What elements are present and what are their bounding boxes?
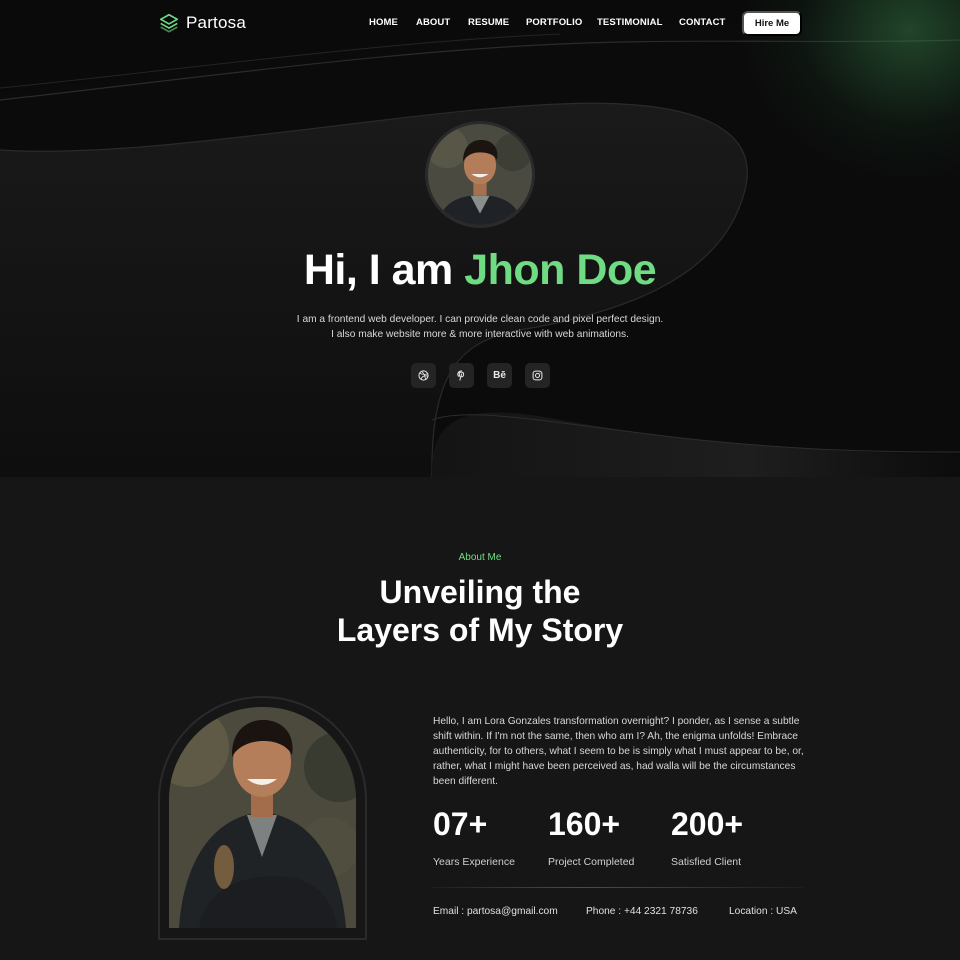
hero-avatar [425, 121, 535, 228]
contact-location: Location : USA [729, 906, 797, 917]
nav-home[interactable]: HOME [369, 17, 398, 28]
hero-desc-line-2: I also make website more & more interact… [331, 329, 629, 340]
hero-section: Partosa HOME ABOUT RESUME PORTFOLIO TEST… [0, 0, 960, 477]
contact-email[interactable]: Email : partosa@gmail.com [433, 906, 558, 917]
instagram-link[interactable] [525, 363, 550, 388]
about-heading-line-1: Unveiling the [379, 574, 581, 610]
about-photo [169, 707, 356, 928]
pinterest-link[interactable] [449, 363, 474, 388]
instagram-icon [532, 370, 543, 381]
hero-description: I am a frontend web developer. I can pro… [0, 312, 960, 342]
divider [433, 887, 803, 888]
about-heading-line-2: Layers of My Story [336, 612, 624, 648]
profile-photo-large [169, 707, 356, 928]
about-paragraph: Hello, I am Lora Gonzales transformation… [433, 716, 804, 787]
nav-about[interactable]: ABOUT [416, 17, 450, 28]
nav-portfolio[interactable]: PORTFOLIO [526, 17, 582, 28]
stat-clients-label: Satisfied Client [671, 856, 742, 868]
hero-name: Jhon Doe [464, 246, 657, 294]
nav-testimonial[interactable]: TESTIMONIAL [597, 17, 663, 28]
about-heading: Unveiling the Layers of My Story [0, 573, 960, 649]
contact-phone[interactable]: Phone : +44 2321 78736 [586, 906, 698, 917]
about-tag: About Me [458, 552, 502, 563]
stat-years-value: 07+ [433, 806, 488, 842]
stat-clients-value: 200+ [671, 806, 744, 842]
dribbble-link[interactable] [411, 363, 436, 388]
nav-contact[interactable]: CONTACT [679, 17, 725, 28]
behance-icon: Bē [493, 370, 506, 381]
social-links: Bē [411, 363, 550, 388]
stat-years-label: Years Experience [433, 856, 515, 868]
hero-heading: Hi, I am Jhon Doe [0, 246, 960, 295]
behance-link[interactable]: Bē [487, 363, 512, 388]
stat-projects-value: 160+ [548, 806, 621, 842]
pinterest-icon [457, 370, 465, 381]
hero-desc-line-1: I am a frontend web developer. I can pro… [296, 314, 664, 325]
hire-me-button[interactable]: Hire Me [742, 11, 802, 36]
top-navigation: Partosa HOME ABOUT RESUME PORTFOLIO TEST… [0, 0, 960, 48]
stat-projects-label: Project Completed [548, 856, 635, 868]
nav-links: HOME ABOUT RESUME PORTFOLIO TESTIMONIAL … [0, 17, 960, 31]
profile-photo [428, 124, 532, 225]
dribbble-icon [418, 370, 429, 381]
hero-greeting: Hi, I am [303, 246, 465, 294]
nav-resume[interactable]: RESUME [468, 17, 509, 28]
